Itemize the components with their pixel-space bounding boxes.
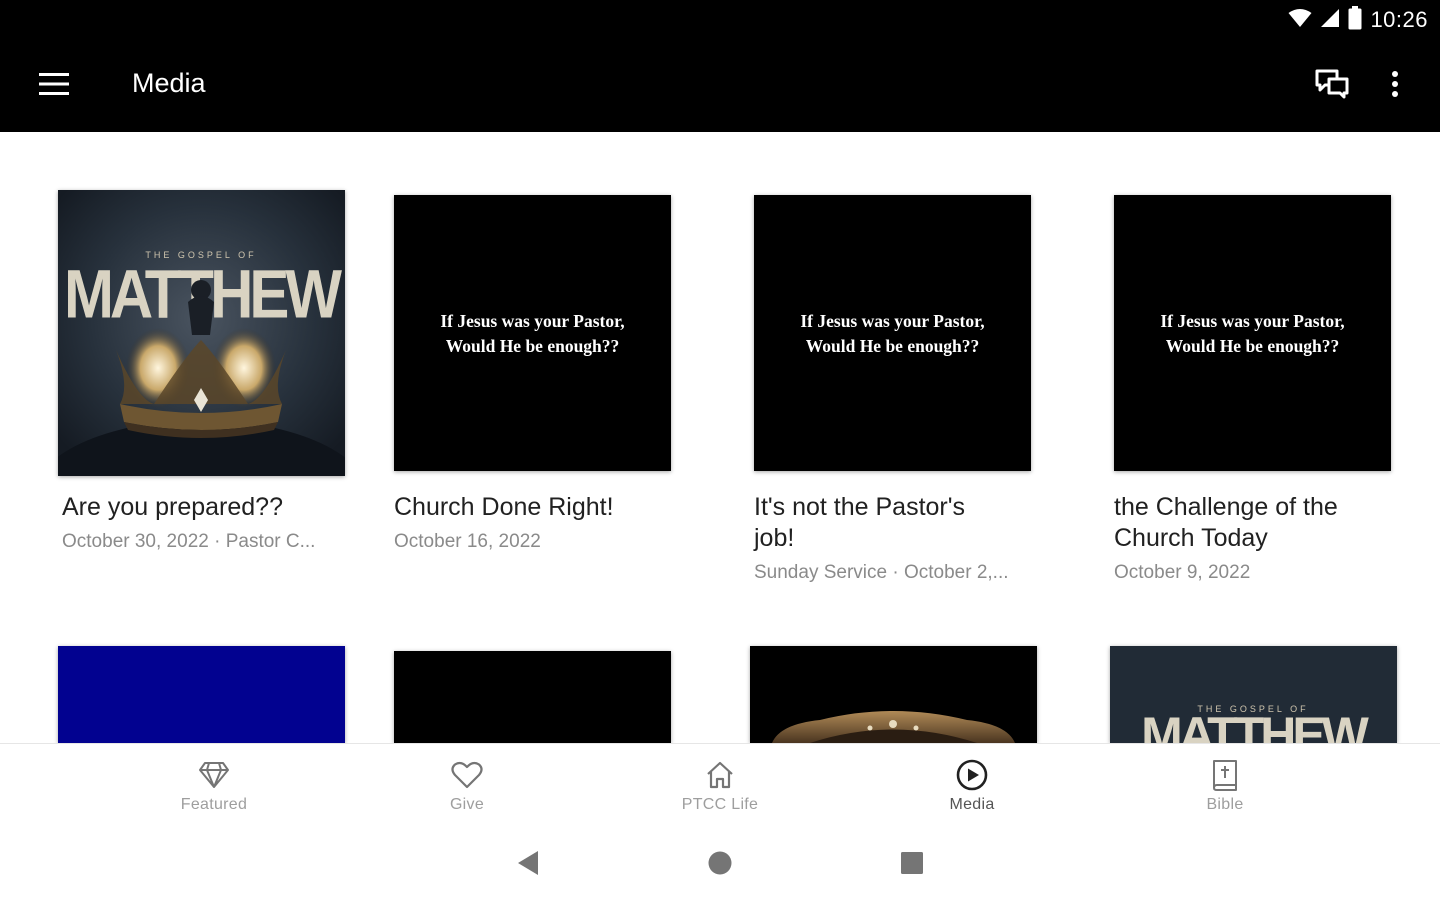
media-card[interactable]: If Jesus was your Pastor, Would He be en… [1114, 195, 1414, 595]
slide-line-1: If Jesus was your Pastor, [1160, 311, 1345, 331]
crown-artwork [772, 711, 1015, 743]
nav-label: Bible [1206, 796, 1244, 813]
more-options-button[interactable] [1374, 62, 1416, 110]
diamond-icon [197, 758, 231, 792]
media-subtitle: October 30, 2022 · Pastor C... [62, 531, 316, 552]
media-title: It's not the Pastor's job! [754, 493, 966, 552]
media-title: Church Done Right! [394, 493, 614, 521]
system-recents-button[interactable] [892, 849, 932, 881]
back-triangle-icon [516, 850, 540, 881]
system-back-button[interactable] [508, 849, 548, 881]
media-thumbnail-pastor-slide: If Jesus was your Pastor, Would He be en… [394, 195, 671, 471]
app-bar: Media [0, 40, 1440, 132]
hamburger-menu-icon [39, 72, 69, 100]
media-subtitle: Sunday Service · October 2,... [754, 562, 1009, 583]
crown-artwork: THE GOSPEL OF MATTHEW [58, 190, 345, 476]
nav-label: Featured [180, 796, 248, 813]
wifi-icon [1288, 8, 1312, 33]
system-navigation-bar [0, 835, 1440, 900]
cell-signal-icon [1320, 8, 1340, 33]
media-card[interactable] [58, 646, 345, 743]
bottom-navigation: Featured Give PTCC Life Media Bible [0, 743, 1440, 835]
recents-square-icon [900, 851, 924, 880]
slide-line-2: Would He be enough?? [445, 336, 620, 356]
menu-button[interactable] [24, 64, 84, 108]
media-card[interactable]: If Jesus was your Pastor, Would He be en… [394, 195, 694, 575]
play-circle-icon [955, 758, 989, 792]
chat-button[interactable] [1306, 62, 1358, 110]
nav-label: Give [449, 796, 485, 813]
media-subtitle: October 16, 2022 [394, 531, 541, 552]
matthew-artwork: THE GOSPEL OF MATTHEW [1110, 646, 1397, 743]
media-thumbnail-pastor-slide: If Jesus was your Pastor, Would He be en… [1114, 195, 1391, 471]
media-thumbnail-blue [58, 646, 345, 743]
nav-item-give[interactable]: Give [397, 744, 537, 836]
media-title: Are you prepared?? [62, 493, 283, 521]
slide-line-2: Would He be enough?? [1165, 336, 1340, 356]
media-card[interactable]: THE GOSPEL OF MATTHEW Are you prepared??… [58, 190, 358, 570]
system-home-button[interactable] [700, 849, 740, 881]
media-card[interactable]: THE GOSPEL OF MATTHEW [1110, 646, 1397, 743]
media-thumbnail-pastor-slide: If Jesus was your Pastor, Would He be en… [754, 195, 1031, 471]
home-icon [703, 758, 737, 792]
media-card[interactable] [394, 651, 671, 743]
nav-label: Media [949, 796, 995, 813]
page-title: Media [132, 68, 206, 98]
slide-line-1: If Jesus was your Pastor, [440, 311, 625, 331]
battery-icon [1348, 5, 1362, 35]
media-thumbnail-crown [750, 646, 1037, 743]
bible-icon [1208, 758, 1242, 792]
media-card[interactable]: If Jesus was your Pastor, Would He be en… [754, 195, 1054, 595]
nav-item-bible[interactable]: Bible [1155, 744, 1295, 836]
slide-text: If Jesus was your Pastor, Would He be en… [754, 309, 1031, 359]
slide-text: If Jesus was your Pastor, Would He be en… [1114, 309, 1391, 359]
media-thumbnail-matthew: THE GOSPEL OF MATTHEW [1110, 646, 1397, 743]
nav-item-media[interactable]: Media [902, 744, 1042, 836]
status-time: 10:26 [1370, 7, 1428, 32]
nav-item-ptcc-life[interactable]: PTCC Life [650, 744, 790, 836]
heart-icon [450, 758, 484, 792]
slide-text: If Jesus was your Pastor, Would He be en… [394, 309, 671, 359]
media-card[interactable] [750, 646, 1037, 743]
media-thumbnail-matthew: THE GOSPEL OF MATTHEW [58, 190, 345, 476]
artwork-big-text: MATTHEW [1141, 707, 1370, 743]
media-title: the Challenge of the Church Today [1114, 493, 1338, 552]
home-circle-icon [707, 850, 733, 881]
status-bar: 10:26 [0, 0, 1440, 40]
chat-bubbles-icon [1315, 69, 1349, 104]
nav-label: PTCC Life [681, 796, 759, 813]
slide-line-2: Would He be enough?? [805, 336, 980, 356]
nav-item-featured[interactable]: Featured [144, 744, 284, 836]
media-thumbnail-black [394, 651, 671, 743]
media-subtitle: October 9, 2022 [1114, 562, 1251, 583]
more-vertical-icon [1391, 70, 1399, 102]
slide-line-1: If Jesus was your Pastor, [800, 311, 985, 331]
